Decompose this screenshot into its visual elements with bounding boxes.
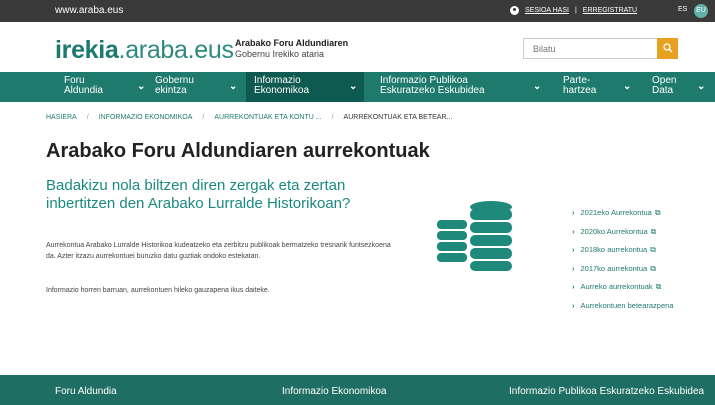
link-label: Aurreko aurrekontuak [580, 282, 653, 291]
chevron-right-icon: › [572, 245, 575, 254]
chevron-down-icon: ⌄ [533, 81, 542, 92]
org-name: Arabako Foru Aldundiaren Gobernu Irekiko… [235, 38, 348, 60]
budget-links: › 2021eko Aurrekontua ⧉ › 2020ko Aurrekontu… [572, 208, 674, 319]
chevron-down-icon: ⌄ [137, 81, 146, 92]
nav-item-informazio-ekonomikoa[interactable]: Informazio Ekonomikoa ⌄ [246, 72, 364, 102]
nav-label-line2: ekintza [155, 85, 187, 96]
logo-domain: .araba.eus [118, 36, 234, 64]
register-link[interactable]: ERREGISTRATU [583, 7, 637, 14]
session-links: SESIOA HASI | ERREGISTRATU [510, 6, 637, 15]
search-icon [662, 43, 672, 53]
chevron-right-icon: › [572, 208, 575, 217]
login-link[interactable]: SESIOA HASI [525, 7, 569, 14]
nav-label-line2: hartzea [563, 85, 597, 96]
main-nav: Foru Aldundia ⌄ Gobernu ekintza ⌄ Inform… [0, 72, 715, 102]
search-box [523, 38, 678, 59]
search-input[interactable] [524, 39, 654, 59]
footer-informazio-publikoa[interactable]: Informazio Publikoa Eskuratzeko Eskubide… [509, 386, 704, 397]
description: Aurrekontua Arabako Lurralde Historikoa … [46, 242, 391, 260]
chevron-down-icon: ⌄ [229, 81, 238, 92]
page-title: Arabako Foru Aldundiaren aurrekontuak [46, 140, 430, 162]
logo-bold: irekia [55, 36, 119, 64]
separator: | [574, 7, 577, 14]
link-2020[interactable]: › 2020ko Aurrekontua ⧉ [572, 227, 674, 246]
site-url[interactable]: www.araba.eus [55, 5, 123, 16]
link-previous[interactable]: › Aurreko aurrekontuak ⧉ [572, 282, 674, 301]
logo[interactable]: irekia.araba.eus [55, 36, 234, 65]
external-link-icon: ⧉ [650, 226, 657, 236]
user-icon [510, 6, 519, 15]
link-label: 2021eko Aurrekontua [580, 208, 652, 217]
org-line2: Gobernu Irekiko ataria [235, 49, 325, 59]
breadcrumb-current: AURREKONTUAK ETA BETEAR... [343, 114, 453, 121]
link-2018[interactable]: › 2018ko aurrekontua ⧉ [572, 245, 674, 264]
breadcrumb-home[interactable]: HASIERA [46, 114, 77, 121]
nav-item-gobernu-ekintza[interactable]: Gobernu ekintza ⌄ [155, 76, 237, 100]
external-link-icon: ⧉ [650, 245, 656, 254]
link-label: 2020ko Aurrekontua [580, 226, 648, 236]
link-execution[interactable]: › Aurrekontuen betearazpena [572, 301, 674, 320]
link-label: Aurrekontuen betearazpena [580, 300, 674, 310]
nav-label-line2: Ekonomikoa [254, 85, 310, 96]
search-button[interactable] [657, 38, 678, 59]
breadcrumb-separator: / [202, 114, 205, 121]
chevron-down-icon: ⌄ [697, 81, 706, 92]
nav-item-foru-aldundia[interactable]: Foru Aldundia ⌄ [64, 76, 145, 100]
header: irekia.araba.eus Arabako Foru Aldundiare… [0, 22, 715, 72]
nav-label-line2: Data [652, 85, 674, 96]
language-es[interactable]: ES [678, 6, 687, 13]
chevron-down-icon: ⌄ [349, 81, 358, 92]
chevron-right-icon: › [572, 226, 575, 236]
org-line1: Arabako Foru Aldundiaren [235, 38, 349, 48]
nav-item-parte-hartzea[interactable]: Parte- hartzea ⌄ [563, 76, 631, 100]
external-link-icon: ⧉ [654, 208, 661, 217]
nav-item-open-data[interactable]: Open Data ⌄ [652, 76, 705, 100]
note: Informazio horren barruan, aurrekontuen … [46, 287, 270, 294]
footer-foru-aldundia[interactable]: Foru Aldundia [55, 386, 117, 397]
breadcrumb-separator: / [331, 114, 334, 121]
breadcrumb-aurrekontuak-kontu[interactable]: AURREKONTUAK ETA KONTU ... [214, 114, 321, 121]
breadcrumb-informazio-ekonomikoa[interactable]: INFORMAZIO EKONOMIKOA [99, 114, 193, 121]
footer-informazio-ekonomikoa[interactable]: Informazio Ekonomikoa [282, 386, 387, 397]
coins-icon [437, 201, 512, 271]
nav-label-line2: Eskuratzeko Eskubidea [380, 85, 485, 96]
external-link-icon: ⧉ [650, 263, 656, 273]
language-eu[interactable]: EU [694, 4, 708, 18]
nav-label-line2: Aldundia [64, 85, 103, 96]
breadcrumb: HASIERA / INFORMAZIO EKONOMIKOA / AURREK… [46, 114, 452, 121]
link-label: 2017ko aurrekontua [580, 263, 648, 273]
external-link-icon: ⧉ [655, 282, 662, 291]
chevron-right-icon: › [572, 282, 575, 291]
chevron-right-icon: › [572, 263, 575, 273]
link-2021[interactable]: › 2021eko Aurrekontua ⧉ [572, 208, 674, 227]
link-2017[interactable]: › 2017ko aurrekontua ⧉ [572, 264, 674, 283]
nav-item-informazio-publikoa[interactable]: Informazio Publikoa Eskuratzeko Eskubide… [380, 76, 541, 100]
link-label: 2018ko aurrekontua [580, 245, 648, 254]
chevron-right-icon: › [572, 300, 575, 310]
breadcrumb-separator: / [86, 114, 89, 121]
top-bar: www.araba.eus SESIOA HASI | ERREGISTRATU… [0, 0, 715, 22]
lead-question: Badakizu nola biltzen diren zergak eta z… [46, 177, 351, 212]
chevron-down-icon: ⌄ [623, 81, 632, 92]
footer: Foru Aldundia Informazio Ekonomikoa Info… [0, 375, 715, 405]
